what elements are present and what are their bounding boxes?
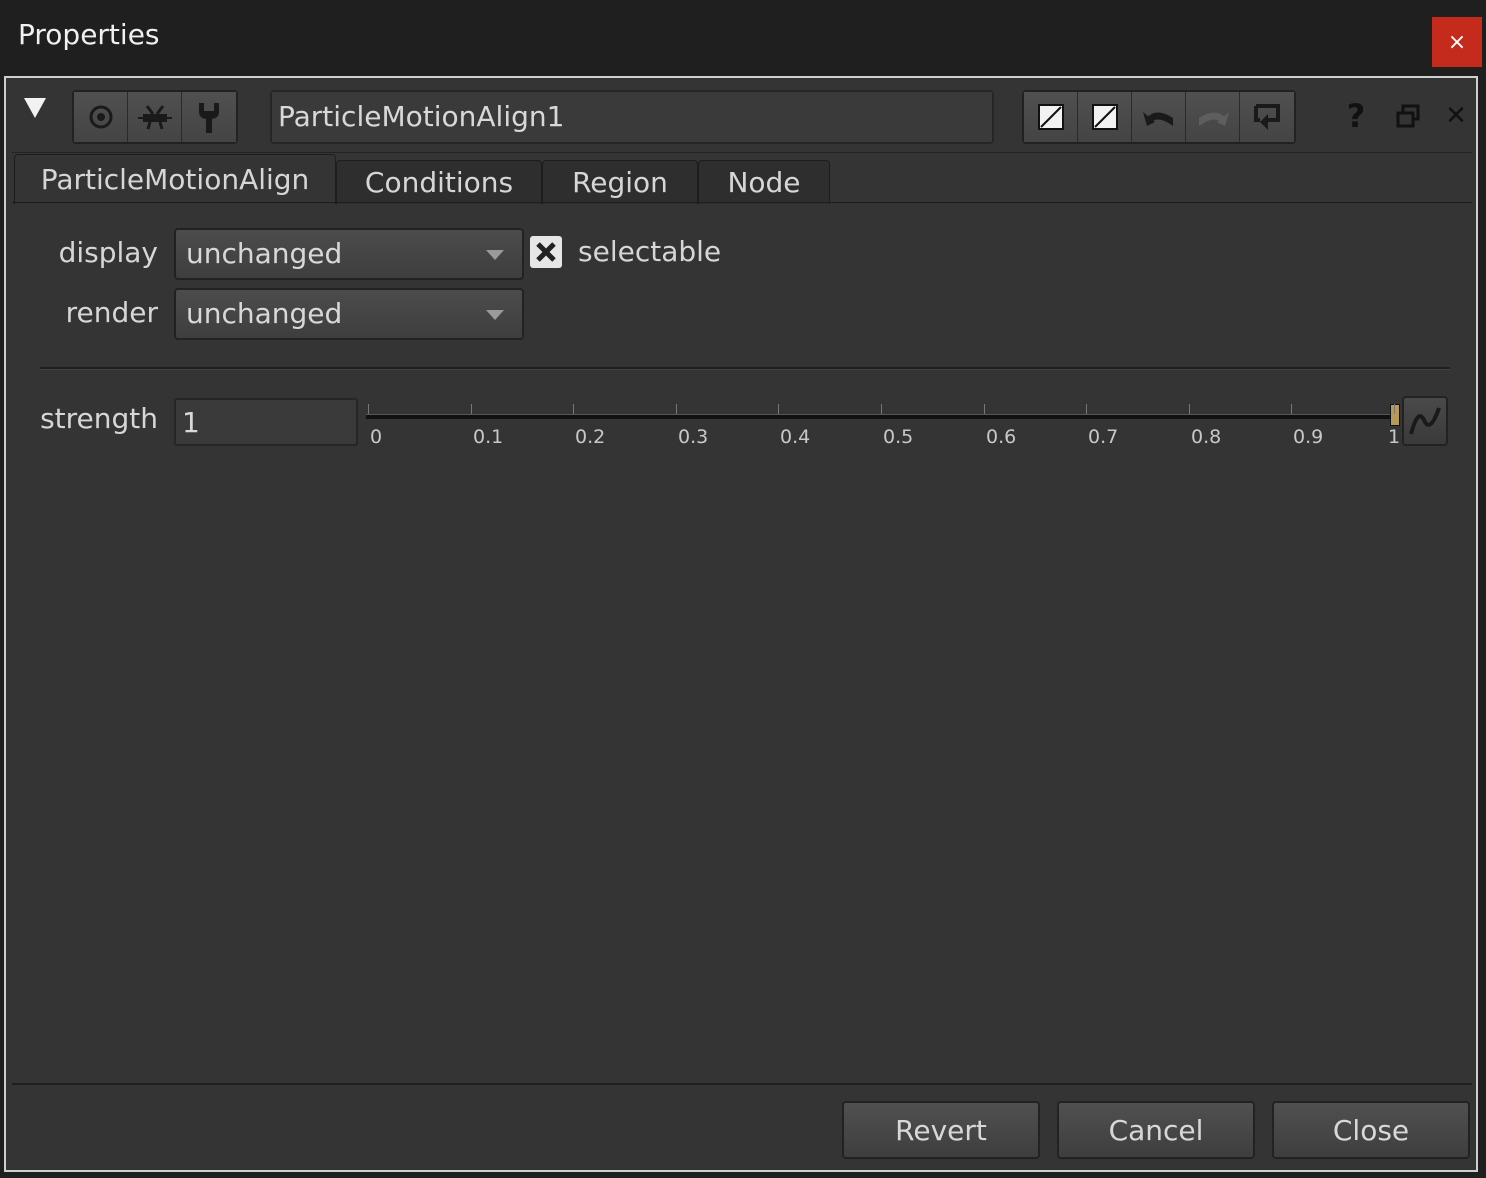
slider-tick-label: 0.3 (678, 426, 709, 448)
node-toolbar: ParticleMotionAlign1 ? ✕ (12, 84, 1472, 153)
slider-track (366, 414, 1396, 419)
display-value: unchanged (186, 237, 343, 270)
slider-tick-label: 0.9 (1293, 426, 1324, 448)
chevron-down-icon (486, 250, 504, 260)
slider-tick-label: 0.5 (883, 426, 914, 448)
redo-icon (1198, 112, 1229, 126)
tab-particlemotionalign[interactable]: ParticleMotionAlign (14, 154, 336, 204)
tab-conditions[interactable]: Conditions (336, 160, 542, 204)
properties-panel: ParticleMotionAlign 1 ? ✕ ParticleMotionA… (4, 76, 1478, 1172)
window-titlebar: Properties × (0, 0, 1486, 76)
float-panel-icon (1396, 104, 1420, 128)
collapse-triangle-icon[interactable] (24, 98, 46, 118)
undo-icon (1142, 112, 1173, 126)
revert-icon (1254, 104, 1280, 130)
viewer-button[interactable] (74, 92, 128, 142)
wrench-icon (199, 103, 219, 133)
revert-footer-button[interactable]: Revert (842, 1101, 1040, 1159)
render-label: render (65, 296, 158, 329)
strength-slider[interactable]: 0 0.1 0.2 0.3 0.4 0.5 0.6 0.7 0.8 0.9 1 (366, 398, 1400, 448)
revert-button[interactable] (1240, 92, 1294, 142)
tab-label: Node (727, 166, 801, 199)
tab-node[interactable]: Node (698, 160, 830, 204)
render-dropdown[interactable]: unchanged (174, 288, 524, 340)
animation-curve-button[interactable] (1402, 396, 1448, 446)
tab-label: ParticleMotionAlign (40, 163, 310, 196)
history-buttons (1022, 90, 1296, 144)
tab-label: Region (572, 166, 668, 199)
slider-handle[interactable] (1390, 404, 1400, 426)
float-panel-button[interactable] (1390, 98, 1426, 134)
tab-region[interactable]: Region (542, 160, 698, 204)
display-label: display (58, 236, 158, 269)
selectable-checkbox[interactable] (530, 236, 562, 268)
node-name-input[interactable]: ParticleMotionAlign1 (270, 90, 994, 144)
viewer-circle-icon (89, 105, 112, 129)
footer-bar: Revert Cancel Close (12, 1083, 1472, 1170)
slider-tick-label: 0 (370, 426, 383, 448)
slider-tick (1086, 404, 1087, 414)
slider-tick (573, 404, 574, 414)
chevron-down-icon (486, 310, 504, 320)
curve-icon (1409, 407, 1441, 435)
checkmark-x-icon (536, 242, 556, 262)
slider-tick-label: 0.7 (1088, 426, 1119, 448)
redo-button[interactable] (1186, 92, 1240, 142)
tab-content-border (12, 202, 1472, 203)
slider-tick-label: 0.6 (986, 426, 1017, 448)
slider-tick (1291, 404, 1292, 414)
slider-tick (368, 404, 369, 414)
tab-label: Conditions (364, 166, 514, 199)
slider-tick-label: 0.8 (1191, 426, 1222, 448)
slider-tick (778, 404, 779, 414)
slider-tick-label: 1 (1388, 426, 1401, 448)
node-flip-button[interactable] (128, 92, 182, 142)
slider-tick (1189, 404, 1190, 414)
display-dropdown[interactable]: unchanged (174, 228, 524, 280)
close-panel-icon: ✕ (1445, 101, 1467, 131)
node-view-buttons (72, 90, 238, 144)
strength-label: strength (40, 402, 158, 435)
settings-button[interactable] (182, 92, 236, 142)
color-swatch-icon (1091, 104, 1118, 130)
strength-input[interactable]: 1 (174, 398, 358, 446)
color-swatch-button-2[interactable] (1078, 92, 1132, 142)
slider-tick (1394, 404, 1395, 414)
render-value: unchanged (186, 297, 343, 330)
color-swatch-icon (1037, 104, 1064, 130)
section-divider (40, 367, 1450, 370)
undo-button[interactable] (1132, 92, 1186, 142)
help-icon: ? (1346, 97, 1366, 135)
slider-tick (984, 404, 985, 414)
slider-tick-label: 0.4 (780, 426, 811, 448)
cancel-button[interactable]: Cancel (1057, 1101, 1255, 1159)
slider-tick-label: 0.2 (575, 426, 606, 448)
slider-tick-label: 0.1 (473, 426, 504, 448)
slider-tick (676, 404, 677, 414)
color-swatch-button-1[interactable] (1024, 92, 1078, 142)
window-close-button[interactable]: × (1432, 17, 1482, 67)
selectable-label: selectable (578, 235, 722, 268)
slider-tick (881, 404, 882, 414)
close-panel-button[interactable]: ✕ (1438, 98, 1474, 134)
close-button[interactable]: Close (1272, 1101, 1470, 1159)
window-title: Properties (18, 18, 160, 51)
help-button[interactable]: ? (1338, 97, 1374, 135)
node-flip-icon (137, 105, 172, 130)
close-icon: × (1447, 29, 1467, 55)
slider-tick (471, 404, 472, 414)
